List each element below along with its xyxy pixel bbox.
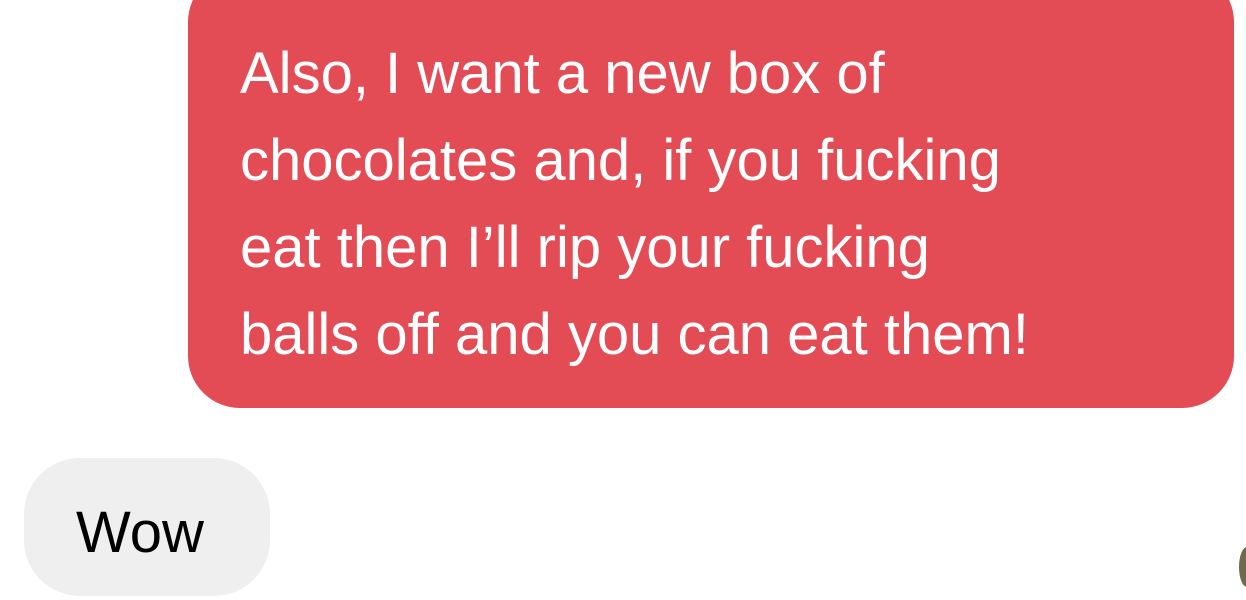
message-text: Wow [76,500,204,565]
message-line: Also, I want a new box of [240,41,885,106]
incoming-message-bubble[interactable]: Wow [24,458,270,596]
message-line: eat then I’ll rip your fucking [240,215,930,280]
message-line: balls off and you can eat them! [240,302,1029,367]
chat-thread: Also, I want a new box of chocolates and… [0,0,1246,600]
message-line: chocolates and, if you fucking [240,128,1001,193]
avatar[interactable] [1239,547,1246,587]
outgoing-message-bubble[interactable]: Also, I want a new box of chocolates and… [188,0,1234,408]
